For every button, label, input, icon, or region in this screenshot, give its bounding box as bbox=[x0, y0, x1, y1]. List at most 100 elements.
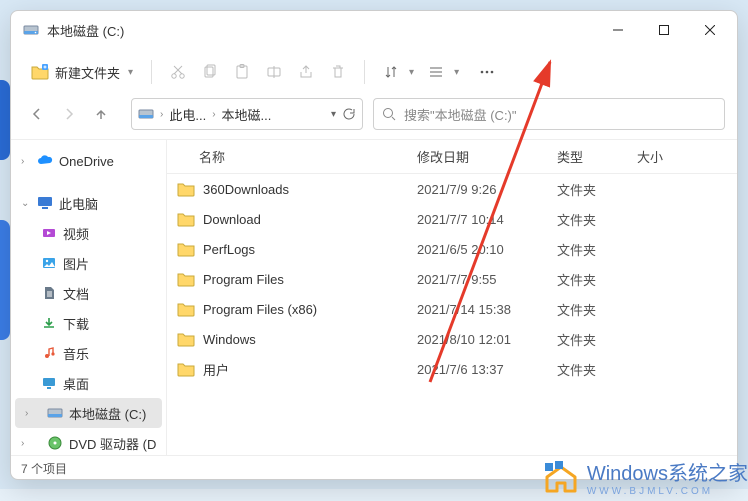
sidebar-label: 音乐 bbox=[63, 344, 89, 363]
sidebar-label: 本地磁盘 (C:) bbox=[69, 404, 146, 423]
close-button[interactable] bbox=[687, 14, 733, 46]
watermark-tail: 系统之家 bbox=[668, 463, 748, 485]
table-row[interactable]: 360Downloads2021/7/9 9:26文件夹 bbox=[167, 174, 737, 204]
more-icon bbox=[479, 64, 495, 80]
arrow-up-icon bbox=[94, 107, 108, 121]
chevron-right-icon: › bbox=[25, 408, 35, 419]
delete-button[interactable] bbox=[322, 56, 354, 88]
file-type: 文件夹 bbox=[557, 210, 637, 229]
dvd-icon bbox=[48, 436, 62, 450]
paste-button[interactable] bbox=[226, 56, 258, 88]
status-text: 7 个项目 bbox=[21, 462, 67, 476]
copy-button[interactable] bbox=[194, 56, 226, 88]
drive-icon bbox=[138, 107, 154, 121]
video-icon bbox=[42, 226, 56, 240]
table-row[interactable]: 用户2021/7/6 13:37文件夹 bbox=[167, 354, 737, 384]
breadcrumb-drive[interactable]: 本地磁... bbox=[222, 105, 272, 124]
chevron-right-icon: › bbox=[210, 109, 217, 120]
sidebar-item-dvd[interactable]: › DVD 驱动器 (D bbox=[11, 428, 166, 455]
sidebar-label: OneDrive bbox=[59, 154, 114, 169]
up-button[interactable] bbox=[87, 100, 115, 128]
refresh-icon[interactable] bbox=[342, 107, 356, 121]
chevron-down-icon[interactable]: ▾ bbox=[331, 109, 336, 120]
chevron-down-icon: ▾ bbox=[454, 67, 459, 78]
pictures-icon bbox=[42, 256, 56, 270]
maximize-button[interactable] bbox=[641, 14, 687, 46]
chevron-right-icon: › bbox=[21, 438, 31, 449]
desktop-icon bbox=[42, 376, 56, 390]
sidebar-item-pictures[interactable]: 图片 bbox=[11, 248, 166, 278]
watermark-text: Windows bbox=[587, 463, 668, 485]
close-icon bbox=[705, 25, 715, 35]
column-date[interactable]: 修改日期 bbox=[417, 147, 557, 166]
file-date: 2021/6/5 20:10 bbox=[417, 242, 557, 257]
new-folder-icon bbox=[31, 64, 49, 80]
file-date: 2021/7/9 9:26 bbox=[417, 182, 557, 197]
table-row[interactable]: PerfLogs2021/6/5 20:10文件夹 bbox=[167, 234, 737, 264]
music-icon bbox=[42, 346, 56, 360]
view-button[interactable] bbox=[420, 56, 452, 88]
arrow-right-icon bbox=[62, 107, 76, 121]
minimize-button[interactable] bbox=[595, 14, 641, 46]
sidebar-item-thispc[interactable]: ⌄ 此电脑 bbox=[11, 188, 166, 218]
file-list-panel: 名称 修改日期 类型 大小 360Downloads2021/7/9 9:26文… bbox=[167, 140, 737, 455]
file-type: 文件夹 bbox=[557, 270, 637, 289]
share-button[interactable] bbox=[290, 56, 322, 88]
chevron-right-icon: › bbox=[21, 156, 31, 167]
sidebar-item-onedrive[interactable]: › OneDrive bbox=[11, 146, 166, 176]
back-button[interactable] bbox=[23, 100, 51, 128]
more-button[interactable] bbox=[471, 56, 503, 88]
file-date: 2021/7/14 15:38 bbox=[417, 302, 557, 317]
address-bar[interactable]: › 此电... › 本地磁... ▾ bbox=[131, 98, 363, 130]
folder-icon bbox=[177, 271, 195, 287]
sidebar-item-drive-c[interactable]: › 本地磁盘 (C:) bbox=[15, 398, 162, 428]
column-size[interactable]: 大小 bbox=[637, 147, 737, 166]
forward-button[interactable] bbox=[55, 100, 83, 128]
minimize-icon bbox=[613, 25, 623, 35]
cut-icon bbox=[170, 64, 186, 80]
toolbar: 新建文件夹 ▾ ▾ ▾ bbox=[11, 49, 737, 95]
table-row[interactable]: Download 2021/7/7 10:14文件夹 bbox=[167, 204, 737, 234]
breadcrumb-thispc[interactable]: 此电... bbox=[169, 105, 206, 124]
documents-icon bbox=[42, 286, 56, 300]
file-name: Windows bbox=[203, 332, 256, 347]
drive-icon bbox=[47, 407, 63, 419]
paste-icon bbox=[234, 64, 250, 80]
sidebar-item-desktop[interactable]: 桌面 bbox=[11, 368, 166, 398]
file-type: 文件夹 bbox=[557, 240, 637, 259]
column-type[interactable]: 类型 bbox=[557, 147, 637, 166]
search-input[interactable]: 搜索"本地磁盘 (C:)" bbox=[373, 98, 725, 130]
downloads-icon bbox=[42, 316, 56, 330]
file-date: 2021/7/7 10:14 bbox=[417, 212, 557, 227]
chevron-down-icon: ⌄ bbox=[21, 198, 31, 209]
file-date: 2021/8/10 12:01 bbox=[417, 332, 557, 347]
watermark: Windows系统之家 WWW.BJMLV.COM bbox=[541, 453, 748, 501]
rename-icon bbox=[266, 64, 282, 80]
file-name: 360Downloads bbox=[203, 182, 289, 197]
folder-icon bbox=[177, 181, 195, 197]
chevron-down-icon: ▾ bbox=[409, 67, 414, 78]
file-date: 2021/7/6 13:37 bbox=[417, 362, 557, 377]
file-date: 2021/7/7 9:55 bbox=[417, 272, 557, 287]
file-type: 文件夹 bbox=[557, 330, 637, 349]
file-name: Download bbox=[203, 212, 261, 227]
sort-button[interactable] bbox=[375, 56, 407, 88]
folder-icon bbox=[177, 331, 195, 347]
folder-icon bbox=[177, 241, 195, 257]
sidebar-item-documents[interactable]: 文档 bbox=[11, 278, 166, 308]
table-row[interactable]: Program Files (x86) 2021/7/14 15:38文件夹 bbox=[167, 294, 737, 324]
file-name: Program Files (x86) bbox=[203, 302, 317, 317]
window-title: 本地磁盘 (C:) bbox=[47, 21, 595, 40]
sidebar-item-music[interactable]: 音乐 bbox=[11, 338, 166, 368]
table-row[interactable]: Windows 2021/8/10 12:01文件夹 bbox=[167, 324, 737, 354]
new-folder-button[interactable]: 新建文件夹 ▾ bbox=[23, 59, 141, 86]
column-headers: 名称 修改日期 类型 大小 bbox=[167, 140, 737, 174]
sidebar-label: DVD 驱动器 (D bbox=[69, 434, 156, 453]
rename-button[interactable] bbox=[258, 56, 290, 88]
column-name[interactable]: 名称 bbox=[167, 147, 417, 166]
table-row[interactable]: Program Files2021/7/7 9:55文件夹 bbox=[167, 264, 737, 294]
sidebar-item-video[interactable]: 视频 bbox=[11, 218, 166, 248]
sidebar-item-downloads[interactable]: 下载 bbox=[11, 308, 166, 338]
file-type: 文件夹 bbox=[557, 300, 637, 319]
cut-button[interactable] bbox=[162, 56, 194, 88]
